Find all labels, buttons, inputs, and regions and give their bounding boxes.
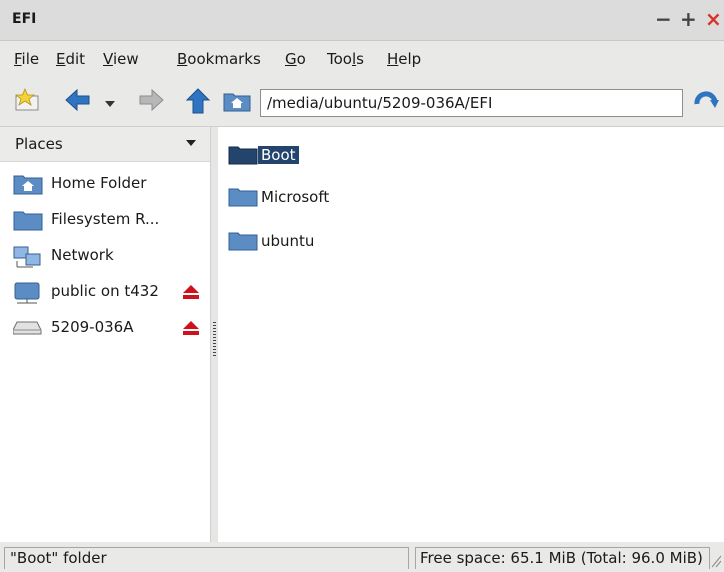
network-icon <box>13 245 43 273</box>
network-drive-icon <box>13 281 43 309</box>
sidebar-item-label: public on t432 <box>51 282 159 300</box>
sidebar-item-label: 5209-036A <box>51 318 134 336</box>
file-view: Boot Microsoft ubuntu <box>218 127 724 542</box>
back-arrow-icon[interactable] <box>65 88 91 116</box>
eject-icon[interactable] <box>183 285 199 303</box>
title-bar: EFI − + × <box>0 0 724 41</box>
menu-bookmarks[interactable]: Bookmarks <box>177 50 261 68</box>
folder-icon <box>13 209 43 235</box>
menu-view[interactable]: View <box>103 50 139 68</box>
menu-edit[interactable]: Edit <box>56 50 85 68</box>
file-label: Microsoft <box>261 188 330 206</box>
sidebar-item-public-on-t432[interactable]: public on t432 <box>0 273 210 309</box>
eject-icon[interactable] <box>183 321 199 339</box>
places-header-label: Places <box>15 135 63 153</box>
places-header[interactable]: Places <box>0 127 210 162</box>
places-sidebar: Places Home Folder Filesystem R... Netwo… <box>0 127 211 542</box>
status-bar: "Boot" folder Free space: 65.1 MiB (Tota… <box>0 543 724 570</box>
maximize-button[interactable]: + <box>680 7 697 31</box>
menu-tools[interactable]: Tools <box>327 50 364 68</box>
sidebar-item-label: Home Folder <box>51 174 147 192</box>
sidebar-item-5209-036a[interactable]: 5209-036A <box>0 309 210 345</box>
menu-go[interactable]: Go <box>285 50 306 68</box>
file-label: Boot <box>258 146 299 164</box>
close-button[interactable]: × <box>705 7 722 31</box>
reload-icon[interactable] <box>693 88 719 118</box>
location-bar[interactable]: /media/ubuntu/5209-036A/EFI <box>260 89 683 117</box>
new-tab-icon[interactable] <box>14 87 42 116</box>
home-icon[interactable] <box>223 90 251 116</box>
resize-grip-icon[interactable] <box>710 554 722 568</box>
chevron-down-icon[interactable] <box>186 140 196 146</box>
file-label: ubuntu <box>261 232 315 250</box>
window-title: EFI <box>12 11 37 27</box>
sidebar-item-network[interactable]: Network <box>0 237 210 273</box>
forward-arrow-icon[interactable] <box>138 88 164 116</box>
usb-drive-icon <box>12 320 43 340</box>
menu-bar: File Edit View Bookmarks Go Tools Help <box>0 41 724 77</box>
up-arrow-icon[interactable] <box>185 88 211 118</box>
minimize-button[interactable]: − <box>655 7 672 31</box>
sidebar-item-label: Filesystem R... <box>51 210 160 228</box>
sidebar-item-label: Network <box>51 246 114 264</box>
history-dropdown-icon[interactable] <box>104 96 116 112</box>
home-folder-icon <box>13 173 43 199</box>
menu-help[interactable]: Help <box>387 50 421 68</box>
sidebar-item-home-folder[interactable]: Home Folder <box>0 165 210 201</box>
menu-file[interactable]: File <box>14 50 39 68</box>
sidebar-item-filesystem[interactable]: Filesystem R... <box>0 201 210 237</box>
status-free-space: Free space: 65.1 MiB (Total: 96.0 MiB) <box>415 547 710 569</box>
status-selection: "Boot" folder <box>4 547 409 569</box>
splitter-grip[interactable] <box>213 322 216 358</box>
